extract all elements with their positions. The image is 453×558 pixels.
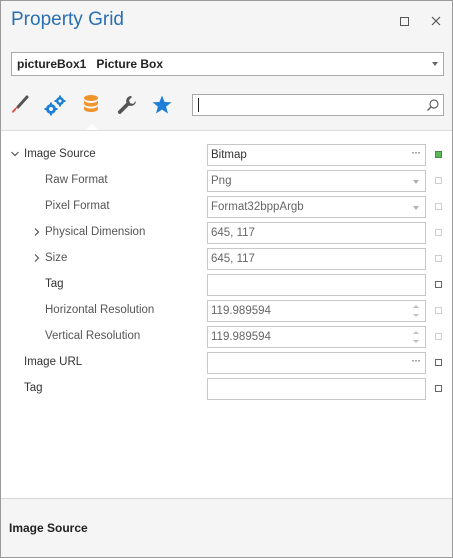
property-marker[interactable] <box>435 385 442 392</box>
property-label: Image URL <box>24 356 83 368</box>
property-label: Vertical Resolution <box>45 330 141 342</box>
spin-up-icon[interactable] <box>413 305 419 308</box>
object-type: Picture Box <box>96 57 164 71</box>
property-grid-window: Property Grid pictureBox1 Picture Box Im… <box>0 0 453 558</box>
search-box[interactable] <box>192 94 444 116</box>
tab-layout[interactable] <box>112 90 142 120</box>
chevron-down-icon[interactable] <box>413 180 419 184</box>
ellipsis-button[interactable]: ··· <box>411 353 421 370</box>
toolbar <box>1 86 452 130</box>
property-row-tag-nested[interactable]: Tag <box>1 272 452 298</box>
property-marker[interactable] <box>435 203 442 210</box>
property-value: 119.989594 <box>211 331 271 343</box>
property-label: Tag <box>45 278 64 290</box>
property-value-editor[interactable]: 645, 117 <box>207 248 426 270</box>
window-title: Property Grid <box>11 9 124 30</box>
object-name: pictureBox1 <box>17 57 87 71</box>
property-value: Png <box>211 175 232 187</box>
property-marker[interactable] <box>435 177 442 184</box>
description-panel: Image Source <box>1 498 452 557</box>
property-marker[interactable] <box>435 359 442 366</box>
property-value: 645, 117 <box>211 253 255 265</box>
gears-icon <box>44 95 66 116</box>
property-value: Format32bppArgb <box>211 201 304 213</box>
property-marker[interactable] <box>435 333 442 340</box>
property-row-pixel-format[interactable]: Pixel Format Format32bppArgb <box>1 194 452 220</box>
maximize-icon <box>399 16 409 26</box>
tab-favorites[interactable] <box>147 90 177 120</box>
chevron-right-icon[interactable] <box>32 227 42 237</box>
wrench-icon <box>117 96 136 114</box>
tab-behavior[interactable] <box>40 90 70 120</box>
property-value-editor[interactable]: Bitmap ··· <box>207 144 426 166</box>
chevron-down-icon[interactable] <box>413 206 419 210</box>
property-row-image-url[interactable]: Image URL ··· <box>1 350 452 376</box>
property-label: Image Source <box>24 148 96 160</box>
search-icon[interactable] <box>426 98 440 112</box>
property-marker[interactable] <box>435 151 442 158</box>
property-value-editor[interactable]: 645, 117 <box>207 222 426 244</box>
property-value-editor[interactable] <box>207 378 426 400</box>
chevron-down-icon <box>432 62 438 66</box>
database-icon <box>84 95 98 112</box>
maximize-button[interactable] <box>394 11 414 31</box>
property-value: 119.989594 <box>211 305 271 317</box>
property-value: Bitmap <box>211 149 247 161</box>
object-selector-dropdown[interactable]: pictureBox1 Picture Box <box>11 52 444 76</box>
property-row-size[interactable]: Size 645, 117 <box>1 246 452 272</box>
tab-data[interactable] <box>76 90 106 130</box>
star-icon <box>152 95 172 114</box>
search-input[interactable] <box>193 95 418 114</box>
property-value-editor[interactable]: Format32bppArgb <box>207 196 426 218</box>
property-value-editor[interactable]: 119.989594 <box>207 300 426 322</box>
text-cursor <box>198 98 199 112</box>
property-row-vertical-resolution[interactable]: Vertical Resolution 119.989594 <box>1 324 452 350</box>
property-row-tag[interactable]: Tag <box>1 376 452 402</box>
property-row-horizontal-resolution[interactable]: Horizontal Resolution 119.989594 <box>1 298 452 324</box>
spin-up-icon[interactable] <box>413 331 419 334</box>
chevron-down-icon[interactable] <box>10 149 20 159</box>
property-label: Pixel Format <box>45 200 110 212</box>
close-button[interactable] <box>426 11 446 31</box>
property-label: Horizontal Resolution <box>45 304 155 316</box>
description-title: Image Source <box>9 521 88 535</box>
property-label: Size <box>45 252 68 264</box>
spin-down-icon[interactable] <box>413 314 419 317</box>
property-marker[interactable] <box>435 229 442 236</box>
property-value-editor[interactable] <box>207 274 426 296</box>
property-value-editor[interactable]: 119.989594 <box>207 326 426 348</box>
ellipsis-button[interactable]: ··· <box>411 145 421 162</box>
property-row-raw-format[interactable]: Raw Format Png <box>1 168 452 194</box>
property-row-physical-dimension[interactable]: Physical Dimension 645, 117 <box>1 220 452 246</box>
property-value: 645, 117 <box>211 227 255 239</box>
spin-down-icon[interactable] <box>413 340 419 343</box>
title-bar: Property Grid <box>1 1 452 41</box>
property-value-editor[interactable]: ··· <box>207 352 426 374</box>
property-marker[interactable] <box>435 281 442 288</box>
tab-appearance[interactable] <box>5 90 35 120</box>
property-label: Tag <box>24 382 43 394</box>
property-label: Raw Format <box>45 174 108 186</box>
property-marker[interactable] <box>435 255 442 262</box>
property-marker[interactable] <box>435 307 442 314</box>
property-label: Physical Dimension <box>45 226 146 238</box>
close-icon <box>431 16 441 26</box>
property-row-image-source[interactable]: Image Source Bitmap ··· <box>1 142 452 168</box>
brush-icon <box>12 95 29 113</box>
property-grid: Image Source Bitmap ··· Raw Format Png P… <box>1 130 452 498</box>
property-value-editor[interactable]: Png <box>207 170 426 192</box>
chevron-right-icon[interactable] <box>32 253 42 263</box>
